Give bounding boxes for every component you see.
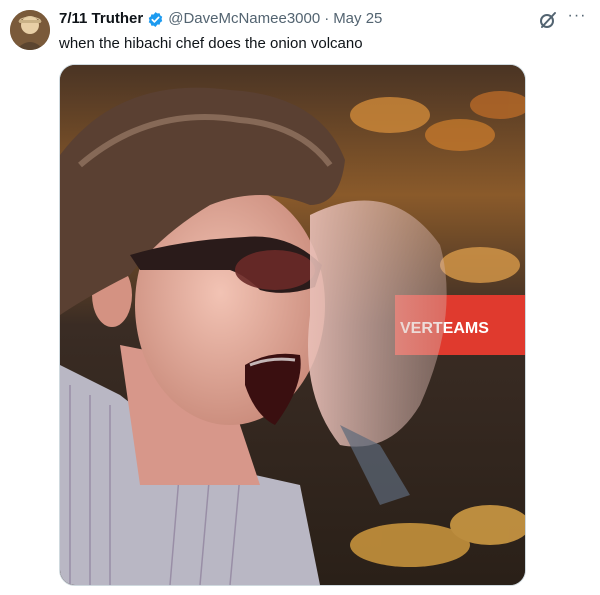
tweet-text: when the hibachi chef does the onion vol… (59, 35, 363, 52)
media-photo[interactable]: VERTEAMS (59, 64, 526, 586)
tweet-header: 7/11 Truther @DaveMcNamee3000 · May 25 (59, 9, 382, 29)
display-name[interactable]: 7/11 Truther (59, 9, 143, 29)
more-icon[interactable]: ··· (566, 8, 588, 31)
tweet[interactable]: 7/11 Truther @DaveMcNamee3000 · May 25 ·… (0, 0, 600, 595)
avatar[interactable] (10, 10, 50, 50)
verified-badge-icon (147, 11, 164, 28)
grok-icon[interactable] (538, 10, 558, 30)
separator: · (324, 10, 330, 27)
avatar-image (10, 10, 50, 50)
timestamp[interactable]: May 25 (333, 9, 382, 29)
handle[interactable]: @DaveMcNamee3000 (168, 9, 320, 29)
photo-image: VERTEAMS (60, 65, 525, 585)
